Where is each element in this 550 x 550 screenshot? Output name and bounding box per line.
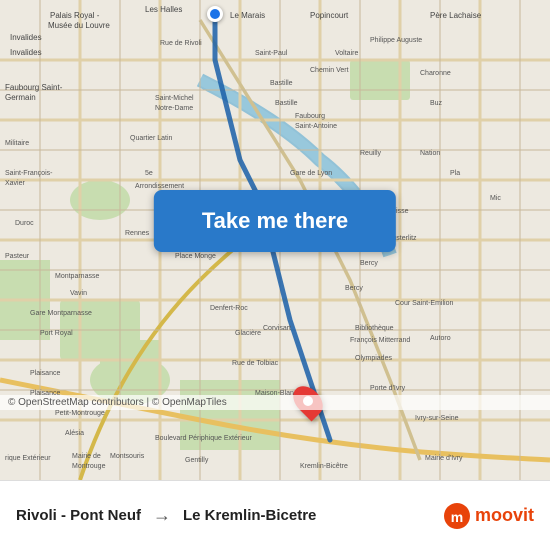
svg-text:Gare de Lyon: Gare de Lyon: [290, 170, 332, 177]
svg-text:Rue de Rivoli: Rue de Rivoli: [160, 40, 202, 47]
arrow-icon: →: [153, 505, 171, 526]
copyright-bar: © OpenStreetMap contributors | © OpenMap…: [0, 395, 550, 410]
svg-text:Plaisance: Plaisance: [30, 370, 60, 377]
origin-label: Rivoli - Pont Neuf: [16, 507, 141, 524]
svg-text:François Mitterrand: François Mitterrand: [350, 337, 410, 344]
svg-text:m: m: [451, 509, 463, 525]
svg-text:Glacière: Glacière: [235, 330, 261, 337]
route-info: Rivoli - Pont Neuf → Le Kremlin-Bicetre: [16, 505, 443, 526]
svg-text:5e: 5e: [145, 170, 153, 177]
svg-text:Ivry-sur-Seine: Ivry-sur-Seine: [415, 415, 459, 422]
svg-text:Père Lachaise: Père Lachaise: [430, 11, 482, 20]
svg-text:Voltaire: Voltaire: [335, 50, 358, 57]
svg-text:Rue de Tolbiac: Rue de Tolbiac: [232, 360, 279, 367]
svg-text:Rennes: Rennes: [125, 230, 150, 237]
svg-text:Pasteur: Pasteur: [5, 253, 30, 260]
moovit-logo: m moovit: [443, 502, 534, 530]
svg-text:Nation: Nation: [420, 150, 440, 157]
svg-text:Denfert-Roc: Denfert-Roc: [210, 305, 248, 312]
svg-text:Buz: Buz: [430, 100, 443, 107]
svg-text:Mic: Mic: [490, 195, 501, 202]
svg-text:Palais Royal -: Palais Royal -: [50, 11, 100, 20]
svg-text:Militaire: Militaire: [5, 140, 29, 147]
svg-text:Le Marais: Le Marais: [230, 11, 265, 20]
svg-text:Bastille: Bastille: [270, 80, 293, 87]
svg-text:Faubourg: Faubourg: [295, 113, 325, 120]
svg-text:Kremlin-Bicêtre: Kremlin-Bicêtre: [300, 463, 348, 470]
svg-text:Invalides: Invalides: [10, 33, 42, 42]
svg-text:Germain: Germain: [5, 93, 36, 102]
svg-text:Les Halles: Les Halles: [145, 5, 182, 14]
svg-text:Vavin: Vavin: [70, 290, 87, 297]
svg-text:Porte d'Ivry: Porte d'Ivry: [370, 385, 406, 392]
svg-text:Montrouge: Montrouge: [72, 463, 106, 470]
svg-text:Alésia: Alésia: [65, 430, 84, 437]
svg-text:Mairie d'Ivry: Mairie d'Ivry: [425, 455, 463, 462]
svg-text:Saint-Antoine: Saint-Antoine: [295, 123, 337, 130]
svg-text:Autoro: Autoro: [430, 335, 451, 342]
svg-text:Duroc: Duroc: [15, 220, 34, 227]
svg-text:Popincourt: Popincourt: [310, 11, 349, 20]
svg-text:Bibliothèque: Bibliothèque: [355, 325, 394, 332]
map-container: Invalides Invalides Faubourg Saint- Germ…: [0, 0, 550, 480]
svg-text:Xavier: Xavier: [5, 180, 26, 187]
svg-text:Saint-François-: Saint-François-: [5, 170, 53, 177]
svg-text:Bastille: Bastille: [275, 100, 298, 107]
svg-text:Faubourg Saint-: Faubourg Saint-: [5, 83, 63, 92]
footer: Rivoli - Pont Neuf → Le Kremlin-Bicetre …: [0, 480, 550, 550]
svg-text:Chemin Vert: Chemin Vert: [310, 67, 349, 74]
svg-text:Invalides: Invalides: [10, 48, 42, 57]
svg-text:Charonne: Charonne: [420, 70, 451, 77]
svg-text:Saint-Paul: Saint-Paul: [255, 50, 288, 57]
svg-text:Boulevard Périphique Extérieur: Boulevard Périphique Extérieur: [155, 435, 253, 442]
svg-text:Petit-Montrouge: Petit-Montrouge: [55, 410, 105, 417]
svg-text:Port Royal: Port Royal: [40, 330, 73, 337]
svg-text:Notre-Dame: Notre-Dame: [155, 105, 193, 112]
take-me-there-button[interactable]: Take me there: [154, 190, 396, 252]
svg-text:rique Extérieur: rique Extérieur: [5, 455, 51, 462]
svg-text:Musée du Louvre: Musée du Louvre: [48, 21, 110, 30]
svg-text:Olympiades: Olympiades: [355, 355, 392, 362]
svg-text:Cour Saint-Emilion: Cour Saint-Emilion: [395, 300, 453, 307]
svg-text:Gare Montparnasse: Gare Montparnasse: [30, 310, 92, 317]
svg-text:Saint-Michel: Saint-Michel: [155, 95, 194, 102]
svg-text:Montparnasse: Montparnasse: [55, 273, 99, 280]
destination-label: Le Kremlin-Bicetre: [183, 507, 316, 524]
svg-text:Gentilly: Gentilly: [185, 457, 209, 464]
moovit-text: moovit: [475, 505, 534, 526]
svg-text:Montsouris: Montsouris: [110, 453, 145, 460]
copyright-text: © OpenStreetMap contributors | © OpenMap…: [8, 397, 227, 408]
svg-text:Reuilly: Reuilly: [360, 150, 382, 157]
origin-marker: [207, 6, 223, 22]
svg-text:Place Monge: Place Monge: [175, 253, 216, 260]
svg-text:Quartier Latin: Quartier Latin: [130, 135, 173, 142]
moovit-icon: m: [443, 502, 471, 530]
svg-text:Mairie de: Mairie de: [72, 453, 101, 460]
svg-text:Bercy: Bercy: [360, 260, 378, 267]
svg-text:Bercy: Bercy: [345, 285, 363, 292]
svg-text:Corvisart: Corvisart: [263, 325, 291, 332]
svg-text:Pla: Pla: [450, 170, 460, 177]
svg-text:Philippe Auguste: Philippe Auguste: [370, 37, 422, 44]
